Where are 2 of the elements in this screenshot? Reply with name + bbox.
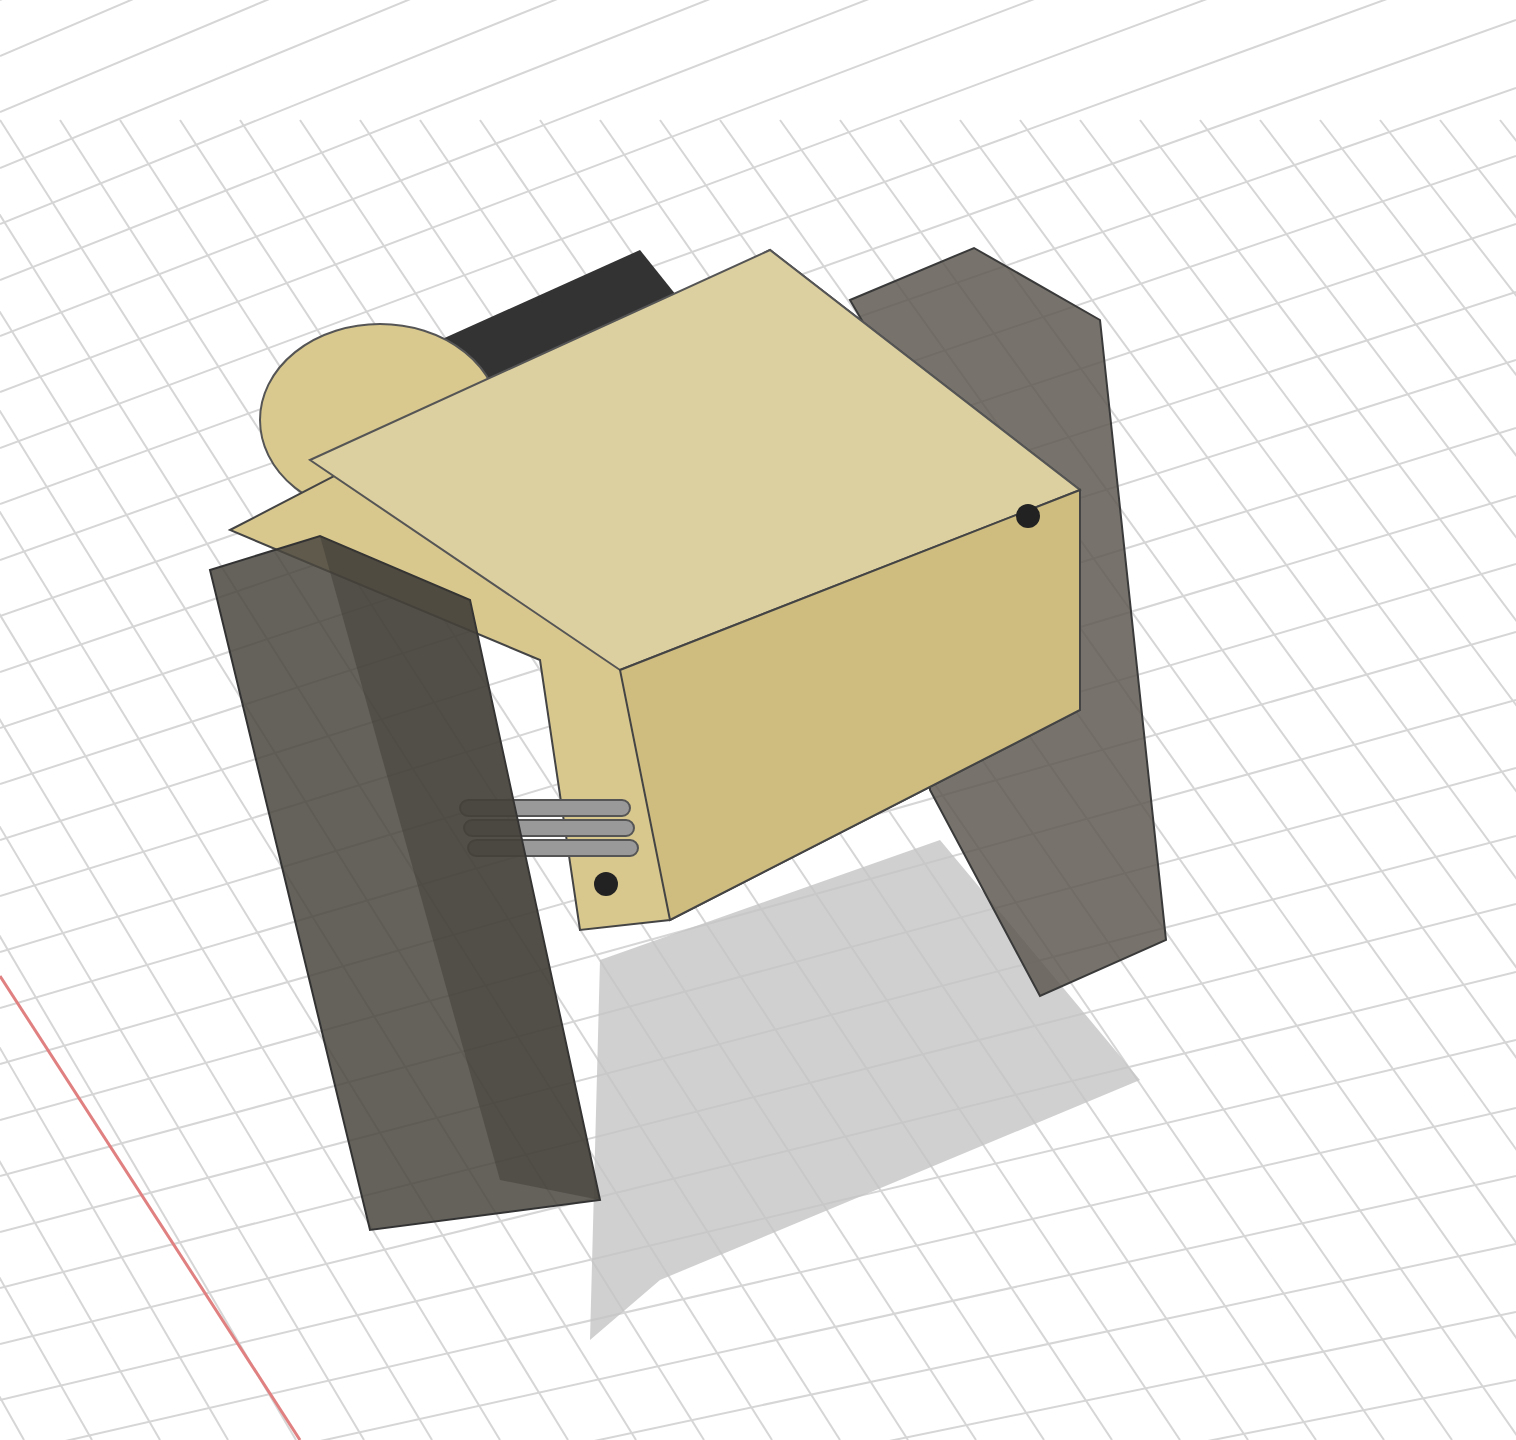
3d-viewport[interactable] <box>0 0 1516 1440</box>
servo-bracket-drawing[interactable] <box>208 246 1168 1232</box>
